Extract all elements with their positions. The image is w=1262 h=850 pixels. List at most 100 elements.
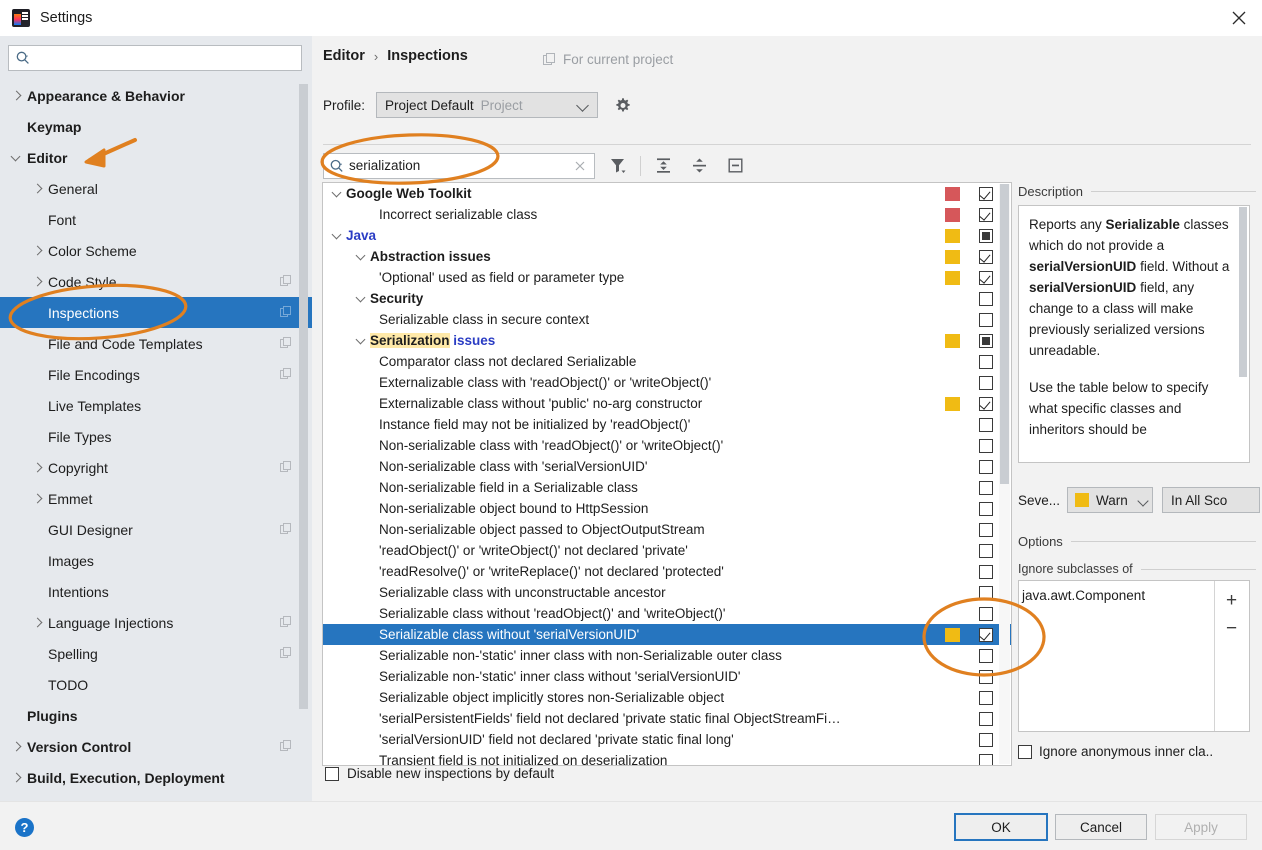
- inspection-tree-scrollbar[interactable]: [999, 184, 1010, 764]
- cancel-button[interactable]: Cancel: [1055, 814, 1147, 840]
- inspection-row[interactable]: Serializable non-'static' inner class wi…: [323, 645, 1011, 666]
- inspection-row[interactable]: Non-serializable object passed to Object…: [323, 519, 1011, 540]
- inspection-row[interactable]: 'readObject()' or 'writeObject()' not de…: [323, 540, 1011, 561]
- inspection-enabled-checkbox[interactable]: [979, 691, 993, 705]
- inspection-enabled-checkbox[interactable]: [979, 292, 993, 306]
- scope-select[interactable]: In All Sco: [1162, 487, 1261, 513]
- inspection-search-input[interactable]: [345, 158, 570, 173]
- inspection-enabled-checkbox[interactable]: [979, 334, 993, 348]
- expand-all-icon[interactable]: [650, 152, 677, 179]
- sidebar-item-emmet[interactable]: Emmet: [0, 483, 312, 514]
- help-icon[interactable]: ?: [15, 818, 34, 837]
- severity-swatch-yellow[interactable]: [945, 334, 960, 348]
- sidebar-item-version-control[interactable]: Version Control: [0, 731, 312, 762]
- add-button[interactable]: +: [1226, 591, 1237, 610]
- inspection-row[interactable]: Non-serializable object bound to HttpSes…: [323, 498, 1011, 519]
- severity-swatch-yellow[interactable]: [945, 628, 960, 642]
- chevron-right-icon[interactable]: [31, 461, 44, 474]
- severity-swatch-yellow[interactable]: [945, 229, 960, 243]
- inspection-enabled-checkbox[interactable]: [979, 355, 993, 369]
- sidebar-item-inspections[interactable]: Inspections: [0, 297, 312, 328]
- inspection-row[interactable]: Serialization issues: [323, 330, 1011, 351]
- sidebar-item-appearance-behavior[interactable]: Appearance & Behavior: [0, 80, 312, 111]
- list-item[interactable]: java.awt.Component: [1019, 586, 1214, 606]
- inspection-enabled-checkbox[interactable]: [979, 544, 993, 558]
- chevron-right-icon[interactable]: [10, 740, 23, 753]
- chevron-down-icon[interactable]: [331, 229, 344, 242]
- severity-swatch-yellow[interactable]: [945, 271, 960, 285]
- severity-swatch-yellow[interactable]: [945, 397, 960, 411]
- ignore-subclasses-list[interactable]: java.awt.Component + −: [1018, 580, 1250, 732]
- inspection-enabled-checkbox[interactable]: [979, 481, 993, 495]
- sidebar-item-plugins[interactable]: Plugins: [0, 700, 312, 731]
- sidebar-item-images[interactable]: Images: [0, 545, 312, 576]
- description-scrollbar[interactable]: [1238, 207, 1248, 462]
- inspection-enabled-checkbox[interactable]: [979, 439, 993, 453]
- inspection-enabled-checkbox[interactable]: [979, 313, 993, 327]
- profile-select[interactable]: Project Default Project: [376, 92, 599, 118]
- inspection-row[interactable]: Comparator class not declared Serializab…: [323, 351, 1011, 372]
- inspection-enabled-checkbox[interactable]: [979, 712, 993, 726]
- inspection-row[interactable]: 'serialPersistentFields' field not decla…: [323, 708, 1011, 729]
- sidebar-item-intentions[interactable]: Intentions: [0, 576, 312, 607]
- inspection-enabled-checkbox[interactable]: [979, 733, 993, 747]
- inspection-row[interactable]: Java: [323, 225, 1011, 246]
- sidebar-item-todo[interactable]: TODO: [0, 669, 312, 700]
- severity-swatch-yellow[interactable]: [945, 250, 960, 264]
- inspection-row[interactable]: 'readResolve()' or 'writeReplace()' not …: [323, 561, 1011, 582]
- chevron-down-icon[interactable]: [331, 187, 344, 200]
- chevron-right-icon[interactable]: [31, 244, 44, 257]
- severity-swatch-red[interactable]: [945, 187, 960, 201]
- chevron-right-icon[interactable]: [31, 616, 44, 629]
- inspection-row[interactable]: Google Web Toolkit: [323, 183, 1011, 204]
- sidebar-item-live-templates[interactable]: Live Templates: [0, 390, 312, 421]
- inspection-row[interactable]: 'Optional' used as field or parameter ty…: [323, 267, 1011, 288]
- inspection-enabled-checkbox[interactable]: [979, 460, 993, 474]
- chevron-right-icon[interactable]: [31, 492, 44, 505]
- inspection-row[interactable]: Serializable class without 'readObject()…: [323, 603, 1011, 624]
- inspection-row[interactable]: Serializable non-'static' inner class wi…: [323, 666, 1011, 687]
- inspection-enabled-checkbox[interactable]: [979, 607, 993, 621]
- sidebar-item-keymap[interactable]: Keymap: [0, 111, 312, 142]
- chevron-down-icon[interactable]: [355, 334, 368, 347]
- inspection-enabled-checkbox[interactable]: [979, 418, 993, 432]
- inspection-row-selected[interactable]: Serializable class without 'serialVersio…: [323, 624, 1011, 645]
- inspection-enabled-checkbox[interactable]: [979, 628, 993, 642]
- sidebar-item-copyright[interactable]: Copyright: [0, 452, 312, 483]
- sidebar-item-file-encodings[interactable]: File Encodings: [0, 359, 312, 390]
- inspection-row[interactable]: Incorrect serializable class: [323, 204, 1011, 225]
- inspection-tree[interactable]: Google Web Toolkit Incorrect serializable…: [323, 183, 1011, 765]
- inspection-enabled-checkbox[interactable]: [979, 376, 993, 390]
- inspection-search-field[interactable]: [323, 152, 595, 179]
- sidebar-item-color-scheme[interactable]: Color Scheme: [0, 235, 312, 266]
- inspection-row[interactable]: Serializable class in secure context: [323, 309, 1011, 330]
- chevron-down-icon[interactable]: [10, 151, 23, 164]
- inspection-row[interactable]: Security: [323, 288, 1011, 309]
- sidebar-item-general[interactable]: General: [0, 173, 312, 204]
- sidebar-item-gui-designer[interactable]: GUI Designer: [0, 514, 312, 545]
- minimize-box-icon[interactable]: [722, 152, 749, 179]
- chevron-down-icon[interactable]: [355, 250, 368, 263]
- inspection-enabled-checkbox[interactable]: [979, 523, 993, 537]
- inspection-enabled-checkbox[interactable]: [979, 565, 993, 579]
- sidebar-item-build-execution-deployment[interactable]: Build, Execution, Deployment: [0, 762, 312, 793]
- close-icon[interactable]: [1216, 0, 1262, 36]
- inspection-enabled-checkbox[interactable]: [979, 187, 993, 201]
- inspection-enabled-checkbox[interactable]: [979, 271, 993, 285]
- inspection-row[interactable]: Non-serializable class with 'readObject(…: [323, 435, 1011, 456]
- inspection-enabled-checkbox[interactable]: [979, 250, 993, 264]
- inspection-enabled-checkbox[interactable]: [979, 754, 993, 765]
- inspection-enabled-checkbox[interactable]: [979, 229, 993, 243]
- sidebar-search-input[interactable]: [31, 50, 301, 66]
- filter-funnel-icon[interactable]: [604, 152, 631, 179]
- sidebar-item-file-and-code-templates[interactable]: File and Code Templates: [0, 328, 312, 359]
- collapse-all-icon[interactable]: [686, 152, 713, 179]
- severity-select[interactable]: Warn: [1067, 487, 1154, 513]
- inspection-row[interactable]: Externalizable class without 'public' no…: [323, 393, 1011, 414]
- chevron-right-icon[interactable]: [10, 771, 23, 784]
- breadcrumb-parent[interactable]: Editor: [323, 48, 365, 64]
- chevron-down-icon[interactable]: [355, 292, 368, 305]
- sidebar-item-editor[interactable]: Editor: [0, 142, 312, 173]
- clear-x-icon[interactable]: [570, 156, 590, 176]
- inspection-row[interactable]: Non-serializable field in a Serializable…: [323, 477, 1011, 498]
